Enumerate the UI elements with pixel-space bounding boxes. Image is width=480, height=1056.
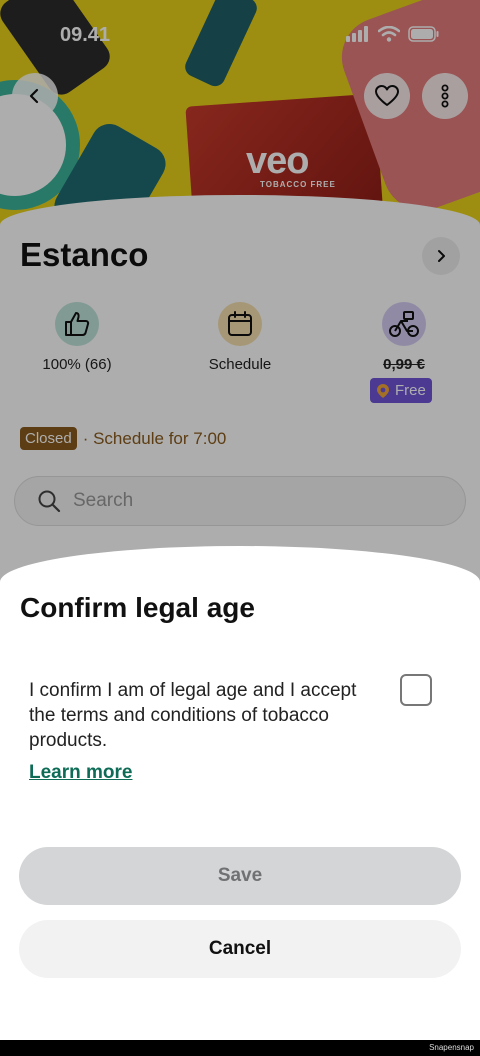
save-button[interactable]: Save <box>19 847 461 905</box>
legal-age-text: I confirm I am of legal age and I accept… <box>29 680 357 751</box>
learn-more-link[interactable]: Learn more <box>29 762 132 784</box>
watermark-text: Snapensnap <box>429 1043 474 1052</box>
legal-age-checkbox[interactable] <box>400 674 432 706</box>
sheet-title: Confirm legal age <box>20 592 255 623</box>
bottom-bar <box>0 1040 480 1056</box>
cancel-button[interactable]: Cancel <box>19 920 461 978</box>
screen: veo TOBACCO FREE 09.41 Estanco 100% (66)… <box>0 0 480 1040</box>
